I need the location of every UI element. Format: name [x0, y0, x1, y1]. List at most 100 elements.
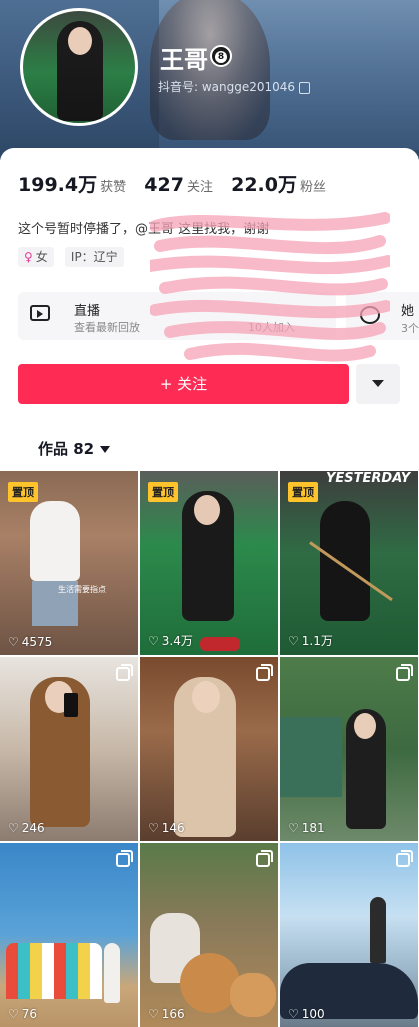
heart-icon: ♡: [288, 1007, 299, 1021]
heart-icon: ♡: [148, 821, 159, 835]
heart-icon: ♡: [148, 1007, 159, 1021]
like-count-value: 76: [21, 1007, 38, 1021]
stat-following[interactable]: 427 关注: [144, 174, 213, 196]
thumbnail-figure-face: [194, 495, 220, 525]
gender-tag: ♀ 女: [18, 247, 54, 267]
video-thumbnail[interactable]: ♡ 246: [0, 657, 138, 841]
video-thumbnail[interactable]: ♡ 76: [0, 843, 138, 1027]
heart-icon: ♡: [288, 634, 299, 648]
stat-likes-label: 获赞: [100, 180, 127, 195]
multi-image-icon: [116, 850, 133, 867]
surfboards: [6, 943, 102, 999]
like-count: ♡ 3.4万: [148, 632, 193, 649]
pinned-badge: 置顶: [8, 482, 38, 502]
stat-followers-label: 粉丝: [299, 180, 326, 195]
like-count-value: 146: [161, 821, 185, 835]
thumbnail-figure: [320, 501, 370, 621]
pinned-badge: 置顶: [288, 482, 318, 502]
video-thumbnail[interactable]: YESTERDAY 置顶 ♡ 1.1万: [280, 471, 418, 655]
video-thumbnail[interactable]: ♡ 181: [280, 657, 418, 841]
billiard-balls: [200, 637, 240, 651]
like-count: ♡ 4575: [8, 635, 52, 649]
multi-image-icon: [256, 664, 273, 681]
avatar-face: [68, 27, 92, 55]
group-subtitle: 3个: [401, 322, 419, 335]
thumbnail-figure: [104, 943, 120, 1003]
pinned-badge: 置顶: [148, 482, 178, 502]
thumbnail-figure-face: [192, 681, 220, 713]
like-count: ♡ 100: [288, 1007, 325, 1021]
thumbnail-figure: [30, 501, 80, 581]
profile-card: 199.4万 获赞 427 关注 22.0万 粉丝 这个号暂时停播了，@王哥 这里找我…: [0, 148, 419, 470]
copy-icon[interactable]: [299, 81, 311, 94]
group-chat-card[interactable]: 她 3个: [346, 292, 419, 340]
like-count-value: 1.1万: [301, 634, 333, 648]
stat-following-value: 427: [144, 174, 184, 196]
multi-image-icon: [256, 850, 273, 867]
video-grid: 生活需要指点 置顶 ♡ 4575 置顶 ♡ 3.4万 YESTERDAY 置顶 ♡ 1…: [0, 471, 419, 1027]
tag-row: ♀ 女 IP：辽宁: [18, 247, 130, 269]
like-count-value: 3.4万: [161, 634, 193, 648]
like-count: ♡ 181: [288, 821, 325, 835]
stat-following-label: 关注: [186, 180, 213, 195]
chat-icon: [360, 306, 380, 324]
heart-icon: ♡: [8, 635, 19, 649]
female-icon: ♀: [24, 250, 33, 264]
video-thumbnail[interactable]: ♡ 100: [280, 843, 418, 1027]
follow-button[interactable]: + 关注: [18, 364, 349, 404]
heart-icon: ♡: [8, 1007, 19, 1021]
like-count-value: 166: [161, 1007, 185, 1021]
thumbnail-caption: YESTERDAY: [326, 471, 411, 486]
multi-image-icon: [396, 850, 413, 867]
thumbnail-figure-face: [354, 713, 376, 739]
video-thumbnail[interactable]: ♡ 166: [140, 843, 278, 1027]
chevron-down-icon: [100, 446, 111, 453]
avatar[interactable]: [20, 8, 138, 126]
live-replay-card[interactable]: 直播 查看最新回放 10人加入: [18, 292, 336, 340]
heart-icon: ♡: [148, 634, 159, 648]
multi-image-icon: [396, 664, 413, 681]
like-count: ♡ 1.1万: [288, 632, 333, 649]
thumbnail-figure: [370, 897, 386, 963]
live-joined: 10人加入: [248, 321, 295, 334]
multi-image-icon: [116, 664, 133, 681]
dog: [230, 973, 276, 1017]
live-subtitle: 查看最新回放: [74, 321, 140, 334]
heart-icon: ♡: [288, 821, 299, 835]
like-count-value: 181: [301, 821, 325, 835]
tv-icon: [30, 305, 50, 321]
like-count-value: 246: [21, 821, 45, 835]
ip-tag: IP：辽宁: [64, 247, 124, 267]
like-count-value: 4575: [21, 635, 53, 649]
stat-likes-value: 199.4万: [18, 174, 98, 196]
thumbnail-caption: 生活需要指点: [58, 585, 106, 594]
like-count: ♡ 146: [148, 821, 185, 835]
video-thumbnail[interactable]: 生活需要指点 置顶 ♡ 4575: [0, 471, 138, 655]
group-title: 她: [401, 304, 415, 319]
heart-icon: ♡: [8, 821, 19, 835]
like-count: ♡ 76: [8, 1007, 37, 1021]
like-count-value: 100: [301, 1007, 325, 1021]
stat-followers-value: 22.0万: [231, 174, 297, 196]
gender-text: 女: [35, 250, 48, 264]
douyin-id[interactable]: 抖音号: wangge201046: [158, 78, 311, 95]
badge-number: 8: [215, 51, 227, 63]
douyin-id-text: 抖音号: wangge201046: [158, 80, 296, 94]
live-title: 直播: [74, 304, 101, 319]
video-thumbnail[interactable]: ♡ 146: [140, 657, 278, 841]
thumbnail-sign: [280, 717, 342, 797]
stat-followers[interactable]: 22.0万 粉丝: [231, 174, 326, 196]
profile-name: 王哥: [160, 46, 208, 74]
bio-text: 这个号暂时停播了，@王哥 这里找我，谢谢: [18, 222, 270, 237]
like-count: ♡ 246: [8, 821, 45, 835]
tab-works-label: 作品 82: [38, 440, 95, 458]
like-count: ♡ 166: [148, 1007, 185, 1021]
more-dropdown-button[interactable]: [356, 364, 400, 404]
tab-works[interactable]: 作品 82: [38, 438, 111, 459]
profile-header: 王哥 8 抖音号: wangge201046: [0, 0, 419, 160]
phone-icon: [64, 693, 78, 717]
stat-likes[interactable]: 199.4万 获赞: [18, 174, 127, 196]
stats-row: 199.4万 获赞 427 关注 22.0万 粉丝: [18, 170, 340, 197]
billiard-ball-icon: 8: [210, 45, 232, 67]
video-thumbnail[interactable]: 置顶 ♡ 3.4万: [140, 471, 278, 655]
